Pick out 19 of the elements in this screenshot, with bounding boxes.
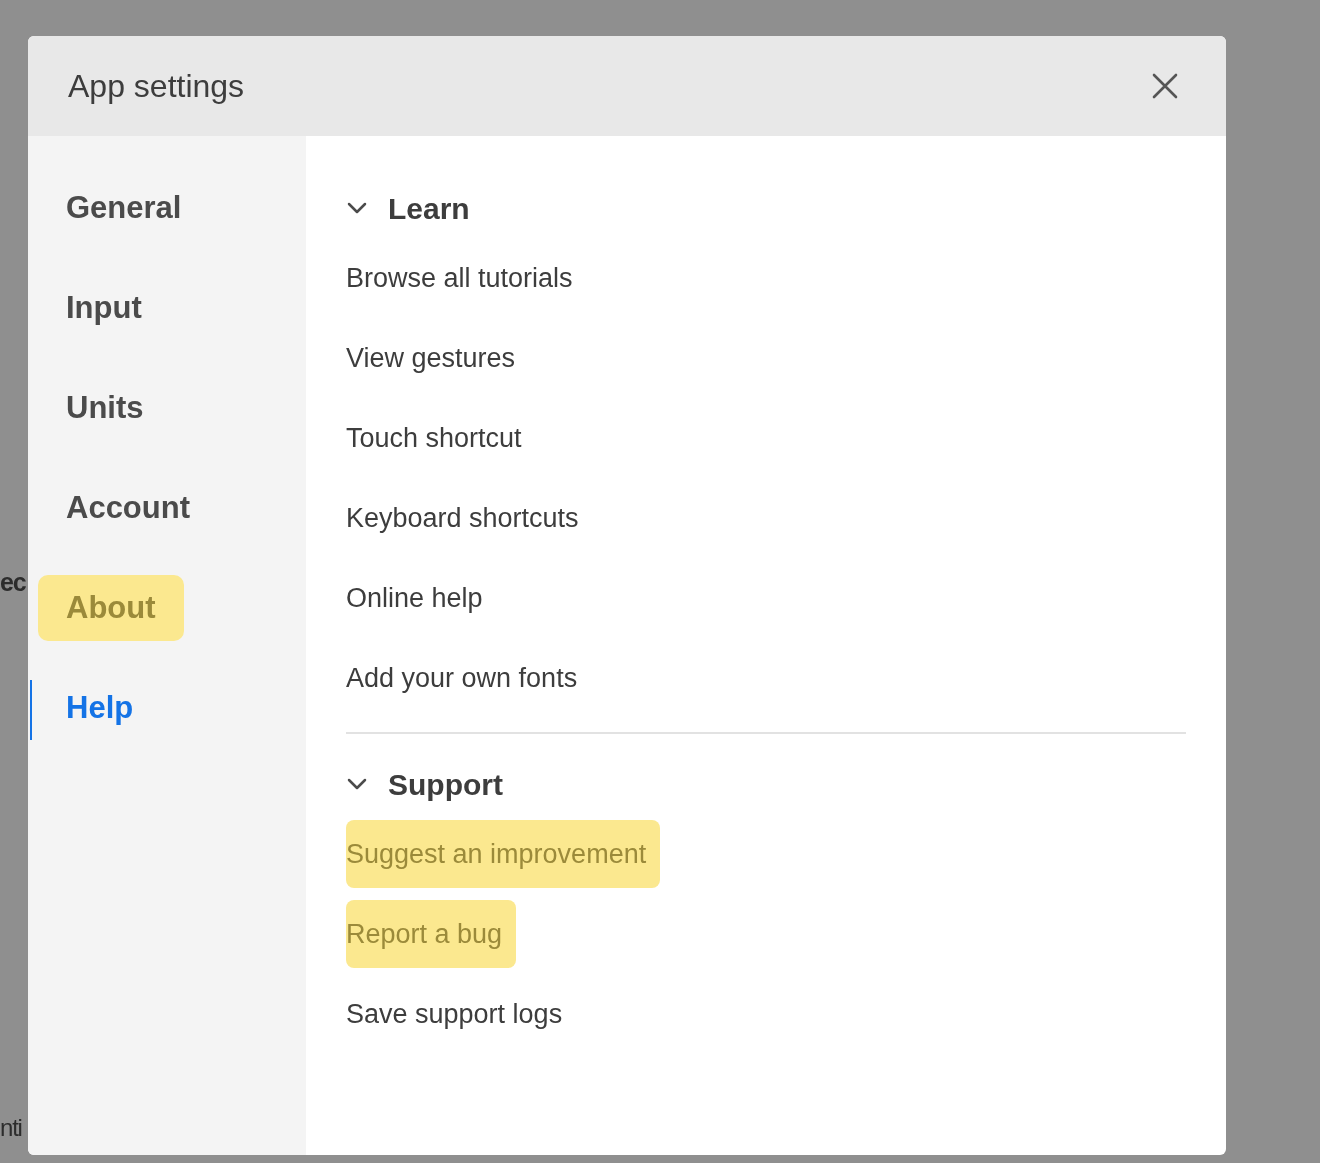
help-link[interactable]: View gestures: [346, 337, 516, 379]
close-icon: [1152, 73, 1178, 99]
section-header[interactable]: Learn: [346, 186, 470, 230]
help-link[interactable]: Keyboard shortcuts: [346, 497, 579, 539]
dialog-title: App settings: [68, 67, 245, 106]
section-header[interactable]: Support: [346, 762, 503, 806]
sidebar-item[interactable]: General: [38, 174, 210, 242]
background-text: nti: [0, 1113, 22, 1143]
sidebar-item[interactable]: Help: [38, 674, 162, 742]
selection-indicator: [30, 680, 32, 740]
help-link[interactable]: Online help: [346, 577, 483, 619]
help-link[interactable]: Touch shortcut: [346, 417, 522, 459]
sidebar-item[interactable]: Account: [38, 474, 218, 542]
help-link[interactable]: Browse all tutorials: [346, 257, 573, 299]
help-link[interactable]: Save support logs: [346, 993, 563, 1035]
sidebar-item[interactable]: Units: [38, 374, 172, 442]
sidebar-item[interactable]: Input: [38, 274, 170, 342]
background-text: ec: [0, 567, 26, 598]
help-link[interactable]: Add your own fonts: [346, 657, 578, 699]
